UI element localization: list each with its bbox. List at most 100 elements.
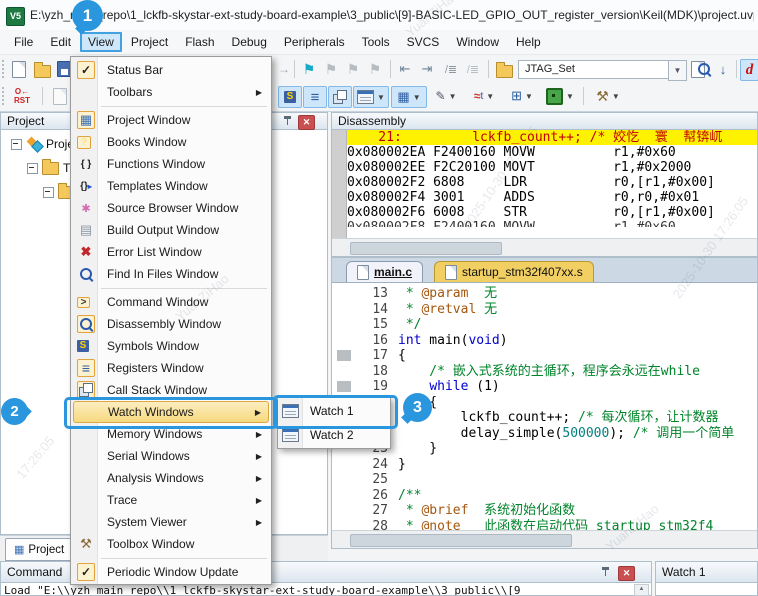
code-line[interactable]: 17{ <box>332 348 757 364</box>
navigate-forward-button[interactable]: → <box>276 59 292 79</box>
close-icon[interactable]: ✕ <box>618 566 635 581</box>
view-menu-item-serial-windows[interactable]: Serial Windows▶ <box>73 445 269 467</box>
editor-tab-main.c[interactable]: main.c <box>346 261 423 282</box>
pin-icon[interactable] <box>283 115 293 126</box>
disassembly-row[interactable]: 0x080002F8 F2400160 MOVW r1,#0x60 <box>347 220 757 227</box>
code-line[interactable]: 27 * @brief 系统初始化函数 <box>332 503 757 519</box>
view-menu-item-project-window[interactable]: ▦Project Window <box>73 109 269 131</box>
scrollbar-thumb[interactable] <box>350 242 502 255</box>
tree-item-target-group[interactable]: T <box>27 159 70 177</box>
view-menu-item-templates-window[interactable]: {}▸Templates Window <box>73 175 269 197</box>
submenu-item-watch-2[interactable]: Watch 2 <box>278 423 390 447</box>
dropdown-arrow-icon[interactable]: ▼ <box>612 92 620 101</box>
editor-hscrollbar[interactable] <box>332 530 757 548</box>
dropdown-arrow-icon[interactable]: ▼ <box>486 92 494 101</box>
registers-window-button[interactable]: ≡ <box>303 86 327 108</box>
disassembly-current-line[interactable]: 21: lckfb_count++; /* 姣忔 寰 幇锛屼 <box>347 130 757 145</box>
incremental-find-button[interactable]: ↓ <box>714 59 732 79</box>
dropdown-arrow-icon[interactable]: ▼ <box>525 92 533 101</box>
view-menu-item-call-stack-window[interactable]: Call Stack Window <box>73 379 269 401</box>
disassembly-row[interactable]: 0x080002F4 3001 ADDS r0,r0,#0x01 <box>347 190 757 205</box>
toolbox-button[interactable]: ⚒▼ <box>591 86 625 106</box>
view-menu-item-command-window[interactable]: >Command Window <box>73 291 269 313</box>
uncomment-button[interactable]: /≣ <box>464 59 482 79</box>
disassembly-row[interactable]: 0x080002EE F2C20100 MOVT r1,#0x2000 <box>347 160 757 175</box>
dropdown-arrow-icon[interactable]: ▼ <box>413 93 421 102</box>
debug-session-button[interactable]: d <box>740 59 758 81</box>
code-line[interactable]: 16int main(void) <box>332 333 757 349</box>
tab-project[interactable]: ▦ Project <box>5 538 73 561</box>
view-menu-item-build-output-window[interactable]: ▤Build Output Window <box>73 219 269 241</box>
scroll-up-arrow[interactable]: ▲ <box>634 584 649 596</box>
view-menu-item-source-browser-window[interactable]: ✱Source Browser Window <box>73 197 269 219</box>
analysis-windows-button[interactable]: ≈t▼ <box>467 86 501 106</box>
code-line[interactable]: 15 */ <box>332 317 757 333</box>
new-file-button[interactable] <box>10 59 28 79</box>
code-line[interactable]: 22 delay_simple(500000); /* 调用一个简单 <box>332 426 757 442</box>
configure-flash-button[interactable] <box>494 59 514 79</box>
view-menu-item-watch-windows[interactable]: Watch Windows▶ <box>73 401 269 423</box>
view-menu-item-analysis-windows[interactable]: Analysis Windows▶ <box>73 467 269 489</box>
memory-windows-button[interactable]: ▦▼ <box>391 86 427 108</box>
code-line[interactable]: 18 /* 嵌入式系统的主循环，程序会永远在while <box>332 364 757 380</box>
menu-tools[interactable]: Tools <box>354 32 398 52</box>
scrollbar-thumb[interactable] <box>350 534 572 547</box>
view-menu-item-system-viewer[interactable]: System Viewer▶ <box>73 511 269 533</box>
menu-edit[interactable]: Edit <box>42 32 79 52</box>
code-line[interactable]: 19 while (1) <box>332 379 757 395</box>
menu-project[interactable]: Project <box>123 32 176 52</box>
tree-item-project[interactable]: Proje <box>11 135 74 153</box>
code-line[interactable]: 26/** <box>332 488 757 504</box>
toolbar-grip[interactable] <box>2 87 7 105</box>
collapse-icon[interactable] <box>43 187 54 198</box>
dropdown-arrow-icon[interactable]: ▼ <box>377 93 385 102</box>
clear-bookmarks-button[interactable]: ⚑ <box>366 59 384 79</box>
view-menu-item-disassembly-window[interactable]: Disassembly Window <box>73 313 269 335</box>
symbols-window-button[interactable]: S <box>278 86 302 108</box>
collapse-icon[interactable] <box>11 139 22 150</box>
view-menu-item-books-window[interactable]: ?Books Window <box>73 131 269 153</box>
code-line[interactable]: 21 lckfb_count++; /* 每次循环，让计数器 <box>332 410 757 426</box>
disassembly-hscrollbar[interactable] <box>332 238 757 256</box>
disassembly-row[interactable]: 0x080002EA F2400160 MOVW r1,#0x60 <box>347 145 757 160</box>
menu-debug[interactable]: Debug <box>224 32 275 52</box>
collapse-icon[interactable] <box>27 163 38 174</box>
insert-bookmark-button[interactable]: ⚑ <box>300 59 318 79</box>
view-menu-item-memory-windows[interactable]: Memory Windows▶ <box>73 423 269 445</box>
next-bookmark-button[interactable]: ⚑ <box>344 59 362 79</box>
code-line[interactable]: 14 * @retval 无 <box>332 302 757 318</box>
editor-tab-startup_stm32f407xx.s[interactable]: startup_stm32f407xx.s <box>434 261 594 282</box>
toolbar-grip[interactable] <box>2 60 7 78</box>
unindent-button[interactable]: ⇤ <box>396 59 414 79</box>
menu-svcs[interactable]: SVCS <box>399 32 448 52</box>
disassembly-row[interactable]: 0x080002F2 6808 LDR r0,[r1,#0x00] <box>347 175 757 190</box>
disassembly-content[interactable]: 21: lckfb_count++; /* 姣忔 寰 幇锛屼0x080002EA… <box>332 130 757 238</box>
view-menu-item-toolbars[interactable]: Toolbars▶ <box>73 81 269 103</box>
call-stack-window-button[interactable] <box>328 86 352 108</box>
dropdown-arrow-icon[interactable]: ▼ <box>449 92 457 101</box>
submenu-item-watch-1[interactable]: Watch 1 <box>278 399 390 423</box>
target-select-combo[interactable]: JTAG_Set <box>518 60 674 79</box>
view-menu-item-symbols-window[interactable]: SSymbols Window <box>73 335 269 357</box>
view-menu-item-error-list-window[interactable]: ✖Error List Window <box>73 241 269 263</box>
prev-bookmark-button[interactable]: ⚑ <box>322 59 340 79</box>
code-line[interactable]: 24} <box>332 457 757 473</box>
code-area[interactable]: 13 * @param 无14 * @retval 无15 */16int ma… <box>332 282 757 532</box>
show-next-statement-button[interactable]: ↓ <box>50 86 70 106</box>
target-select-dropdown[interactable]: ▼ <box>668 60 687 81</box>
dropdown-arrow-icon[interactable]: ▼ <box>566 92 574 101</box>
code-line[interactable]: 25 <box>332 472 757 488</box>
code-line[interactable]: 13 * @param 无 <box>332 286 757 302</box>
view-menu-item-registers-window[interactable]: ≡Registers Window <box>73 357 269 379</box>
menu-view[interactable]: View <box>80 32 122 52</box>
view-menu-item-find-in-files-window[interactable]: Find In Files Window <box>73 263 269 285</box>
close-icon[interactable]: ✕ <box>298 115 315 130</box>
watch-windows-button[interactable]: ▼ <box>353 86 389 108</box>
view-menu-item-toolbox-window[interactable]: ⚒Toolbox Window <box>73 533 269 555</box>
disassembly-row[interactable]: 0x080002F6 6008 STR r0,[r1,#0x00] <box>347 205 757 220</box>
view-menu-item-trace[interactable]: Trace▶ <box>73 489 269 511</box>
pin-icon[interactable] <box>601 566 611 577</box>
find-in-files-button[interactable] <box>690 59 710 79</box>
code-line[interactable]: 20 { <box>332 395 757 411</box>
view-menu-item-functions-window[interactable]: { }Functions Window <box>73 153 269 175</box>
